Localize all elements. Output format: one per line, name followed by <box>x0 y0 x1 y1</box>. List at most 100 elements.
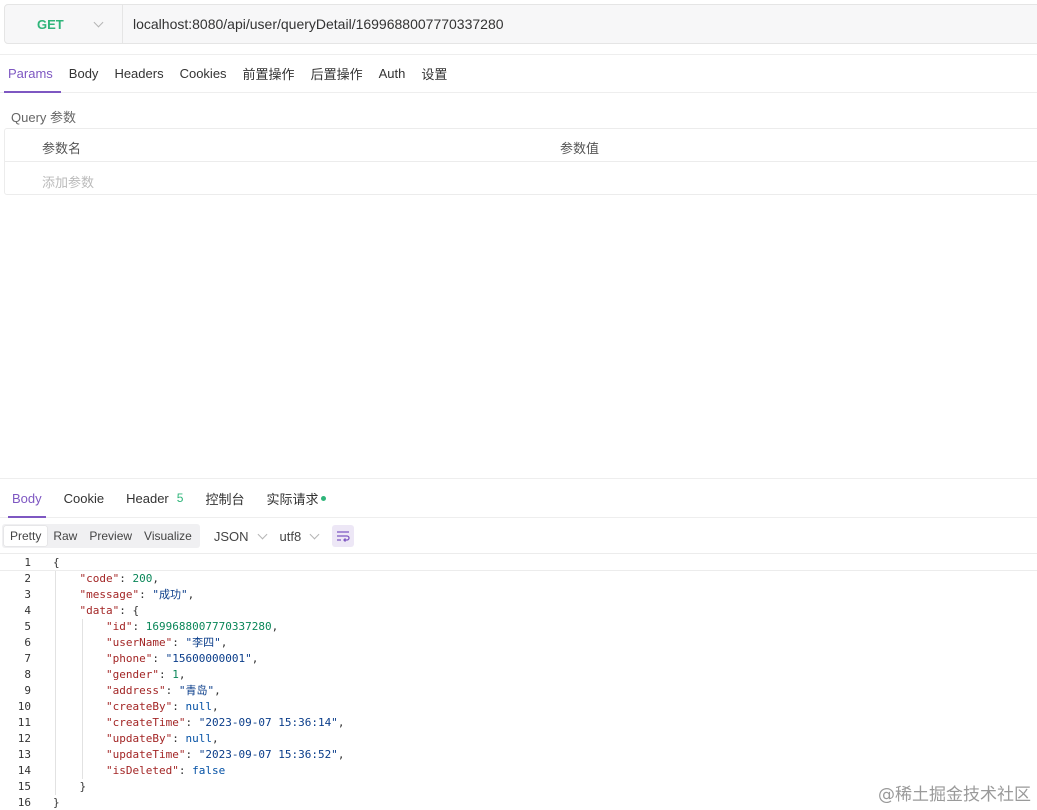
header-count-badge: 5 <box>176 491 184 505</box>
code-line: 10 "createBy": null, <box>0 699 1037 715</box>
code-token: "updateTime" <box>106 748 186 761</box>
code-line: 4 "data": { <box>0 603 1037 619</box>
code-token: : <box>178 764 193 777</box>
tab-auth[interactable]: Auth <box>371 55 414 92</box>
chevron-down-icon <box>309 529 320 539</box>
code-token: "phone" <box>106 652 153 665</box>
code-line: 6 "userName": "李四", <box>0 635 1037 651</box>
request-tabs: Params Body Headers Cookies 前置操作 后置操作 Au… <box>0 54 1037 93</box>
code-token: "updateBy" <box>106 732 173 745</box>
code-token: , <box>251 652 259 665</box>
line-number: 4 <box>24 604 31 617</box>
format-type-select[interactable]: JSON <box>214 529 267 544</box>
code-token: "成功" <box>152 588 188 601</box>
tab-body[interactable]: Body <box>61 55 107 92</box>
code-text: "createBy": null, <box>106 699 219 715</box>
code-text: "updateTime": "2023-09-07 15:36:52", <box>106 747 344 763</box>
code-line: 9 "address": "青岛", <box>0 683 1037 699</box>
response-body-code[interactable]: 1{2 "code": 200, 3 "message": "成功", 4 "data":… <box>0 553 1037 810</box>
word-wrap-button[interactable] <box>332 525 355 547</box>
code-token: , <box>211 732 219 745</box>
code-token: "2023-09-07 15:36:52" <box>198 748 338 761</box>
code-token: , <box>211 700 219 713</box>
resp-tab-actual-request[interactable]: 实际请求 <box>258 479 334 517</box>
mode-preview[interactable]: Preview <box>83 526 138 546</box>
code-text: "isDeleted": false <box>106 763 225 779</box>
tab-post-request[interactable]: 后置操作 <box>303 55 371 92</box>
code-text: "updateBy": null, <box>106 731 219 747</box>
code-line: 13 "updateTime": "2023-09-07 15:36:52", <box>0 747 1037 763</box>
code-token: , <box>214 684 221 697</box>
encoding-select[interactable]: utf8 <box>280 529 320 544</box>
code-text: "phone": "15600000001", <box>106 651 258 667</box>
line-number: 7 <box>24 652 31 665</box>
tab-params[interactable]: Params <box>0 55 61 93</box>
code-token: : <box>185 716 199 729</box>
params-table: 参数名 参数值 添加参数 <box>4 128 1037 195</box>
url-bar: GET localhost:8080/api/user/queryDetail/… <box>4 4 1037 44</box>
tab-cookies[interactable]: Cookies <box>172 55 235 92</box>
query-params-title: Query 参数 <box>11 110 77 125</box>
mode-pretty[interactable]: Pretty <box>4 526 48 546</box>
code-token: : <box>158 668 173 681</box>
format-toolbar: Pretty Raw Preview Visualize JSON utf8 <box>2 523 355 549</box>
code-text: "code": 200, <box>80 571 160 587</box>
code-token: , <box>178 668 186 681</box>
code-text: } <box>53 795 60 810</box>
resp-tab-console-label: 控制台 <box>205 491 245 507</box>
code-token: null <box>185 700 212 713</box>
mode-visualize[interactable]: Visualize <box>138 526 198 546</box>
code-token: 200 <box>132 572 153 585</box>
code-token: , <box>152 572 159 585</box>
add-param-input[interactable]: 添加参数 <box>42 172 94 191</box>
code-token: : <box>152 652 166 665</box>
line-number: 6 <box>24 636 31 649</box>
line-number: 8 <box>24 668 31 681</box>
wrap-icon <box>337 531 350 542</box>
code-token: } <box>79 780 87 793</box>
response-tabs: Body Cookie Header 5 控制台 实际请求 <box>0 478 1037 518</box>
code-token: , <box>271 620 279 633</box>
code-token: "isDeleted" <box>106 764 179 777</box>
code-text: "message": "成功", <box>80 587 195 603</box>
code-token: : <box>172 732 186 745</box>
code-token: { <box>53 556 60 569</box>
resp-tab-header[interactable]: Header 5 <box>118 479 191 517</box>
resp-tab-header-label: Header <box>126 490 169 506</box>
code-line: 8 "gender": 1, <box>0 667 1037 683</box>
mode-raw[interactable]: Raw <box>47 526 83 546</box>
code-token: : { <box>119 604 140 617</box>
resp-tab-body[interactable]: Body <box>4 479 50 518</box>
line-number: 11 <box>17 716 31 729</box>
resp-tab-console[interactable]: 控制台 <box>197 479 252 517</box>
line-number: 3 <box>24 588 31 601</box>
code-token: } <box>53 796 60 809</box>
code-text: } <box>80 779 87 795</box>
code-text: "id": 1699688007770337280, <box>106 619 278 635</box>
code-token: "李四" <box>185 636 221 649</box>
code-token: , <box>337 716 345 729</box>
line-number: 10 <box>17 700 31 713</box>
line-number: 12 <box>17 732 31 745</box>
code-line: 1{ <box>0 555 1037 571</box>
code-text: "userName": "李四", <box>106 635 227 651</box>
code-token: : <box>165 684 179 697</box>
code-token: "15600000001" <box>165 652 252 665</box>
tab-settings[interactable]: 设置 <box>413 55 455 92</box>
code-text: "gender": 1, <box>106 667 185 683</box>
resp-tab-cookie[interactable]: Cookie <box>56 479 112 517</box>
code-token: "data" <box>79 604 120 617</box>
watermark: @稀土掘金技术社区 <box>878 785 1031 805</box>
url-input[interactable]: localhost:8080/api/user/queryDetail/1699… <box>123 16 504 32</box>
code-line: 14 "isDeleted": false <box>0 763 1037 779</box>
line-number: 5 <box>24 620 31 633</box>
code-text: "address": "青岛", <box>106 683 221 699</box>
code-token: null <box>185 732 212 745</box>
code-token: "青岛" <box>178 684 215 697</box>
code-token: "createBy" <box>106 700 173 713</box>
code-text: { <box>53 555 60 571</box>
method-select[interactable]: GET <box>5 5 123 43</box>
tab-headers[interactable]: Headers <box>106 55 171 92</box>
code-token: "message" <box>79 588 140 601</box>
tab-pre-request[interactable]: 前置操作 <box>235 55 303 92</box>
